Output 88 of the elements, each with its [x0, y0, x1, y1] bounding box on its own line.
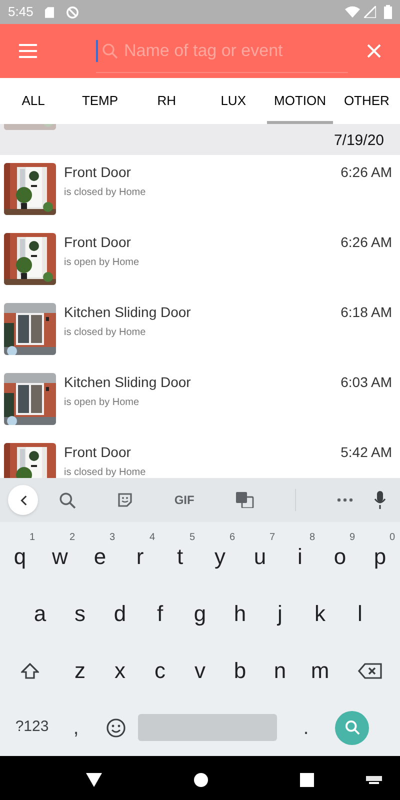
- key[interactable]: j: [260, 585, 300, 642]
- close-icon: [367, 44, 381, 58]
- signal-icon: [364, 6, 376, 18]
- key[interactable]: d: [100, 585, 140, 642]
- event-title: Front Door: [64, 443, 132, 461]
- key[interactable]: h: [220, 585, 260, 642]
- search-icon: [344, 720, 360, 735]
- key[interactable]: p 0: [360, 528, 400, 585]
- event-time: 6:18 AM: [340, 303, 392, 321]
- menu-icon: [19, 44, 37, 58]
- key[interactable]: e 3: [80, 528, 120, 585]
- sticker-icon[interactable]: [116, 492, 133, 508]
- comma-key[interactable]: ,: [56, 712, 96, 742]
- key[interactable]: x: [100, 642, 140, 699]
- key-hint: 9: [349, 531, 355, 545]
- category-tab[interactable]: TEMP: [66, 78, 134, 124]
- key[interactable]: t 5: [160, 528, 200, 585]
- key[interactable]: n: [260, 642, 300, 699]
- key-hint: 4: [149, 531, 155, 545]
- event-row[interactable]: Front Door is open by Home 6:26 AM: [0, 225, 400, 295]
- do-not-disturb-icon: [66, 6, 80, 18]
- symbols-key[interactable]: ?123: [8, 716, 56, 739]
- event-detail: is closed by Home: [64, 326, 147, 340]
- back-icon[interactable]: [86, 772, 102, 786]
- search-icon: [102, 42, 118, 58]
- event-detail: is open by Home: [64, 396, 140, 410]
- key[interactable]: q 1: [0, 528, 40, 585]
- key[interactable]: m: [300, 642, 340, 699]
- category-tab[interactable]: ALL: [0, 78, 67, 124]
- event-time: 5:42 AM: [340, 443, 392, 461]
- emoji-icon[interactable]: [106, 718, 126, 738]
- event-title: Kitchen Sliding Door: [64, 303, 192, 321]
- search-icon[interactable]: [58, 492, 76, 508]
- key[interactable]: s: [60, 585, 100, 642]
- key[interactable]: k: [300, 585, 340, 642]
- shift-icon: [21, 662, 39, 678]
- event-title: Front Door: [64, 233, 132, 251]
- key-hint: 6: [229, 531, 235, 545]
- key[interactable]: i 8: [280, 528, 320, 585]
- key[interactable]: c: [140, 642, 180, 699]
- key-hint: 7: [269, 531, 275, 545]
- key-hint: 1: [29, 531, 35, 545]
- battery-icon: [384, 5, 392, 19]
- event-row[interactable]: Front Door is closed by Home 6:26 AM: [0, 155, 400, 225]
- event-row[interactable]: Kitchen Sliding Door is open by Home 6:03 AM: [0, 365, 400, 435]
- more-icon[interactable]: [337, 498, 354, 502]
- status-time: 5:45: [8, 3, 34, 22]
- key[interactable]: u 7: [240, 528, 280, 585]
- recents-icon[interactable]: [300, 772, 314, 786]
- wifi-icon: [345, 6, 360, 18]
- key[interactable]: a: [20, 585, 60, 642]
- home-icon[interactable]: [194, 772, 208, 786]
- category-tab[interactable]: OTHER: [333, 78, 400, 124]
- key[interactable]: o 9: [320, 528, 360, 585]
- key-hint: 8: [309, 531, 315, 545]
- event-detail: is closed by Home: [64, 186, 147, 200]
- key[interactable]: y 6: [200, 528, 240, 585]
- key-hint: 3: [109, 531, 115, 545]
- date-label: 7/19/20: [334, 131, 384, 152]
- key[interactable]: b: [220, 642, 260, 699]
- microphone-icon[interactable]: [374, 491, 386, 509]
- category-tab[interactable]: RH: [133, 78, 200, 124]
- event-row[interactable]: Kitchen Sliding Door is closed by Home 6:18 AM: [0, 295, 400, 365]
- sd-card-icon: [45, 6, 54, 18]
- event-detail: is closed by Home: [64, 466, 147, 478]
- event-title: Kitchen Sliding Door: [64, 373, 192, 391]
- event-time: 6:03 AM: [340, 373, 392, 391]
- key[interactable]: z: [60, 642, 100, 699]
- key[interactable]: g: [180, 585, 220, 642]
- key[interactable]: l: [340, 585, 380, 642]
- period-key[interactable]: .: [277, 712, 335, 742]
- key-hint: 5: [189, 531, 195, 545]
- event-time: 6:26 AM: [340, 233, 392, 251]
- translate-icon[interactable]: [236, 492, 254, 508]
- key[interactable]: v: [180, 642, 220, 699]
- key[interactable]: r 4: [120, 528, 160, 585]
- keyboard-icon[interactable]: [366, 776, 382, 784]
- key-hint: 2: [69, 531, 75, 545]
- event-title: Front Door: [64, 163, 132, 181]
- category-tab[interactable]: LUX: [200, 78, 267, 124]
- key[interactable]: f: [140, 585, 180, 642]
- event-time: 6:26 AM: [340, 163, 392, 181]
- gif-button[interactable]: GIF: [174, 491, 194, 509]
- backspace-icon: [358, 662, 382, 678]
- chevron-left-icon: [20, 494, 26, 506]
- key-hint: 0: [389, 531, 395, 545]
- event-detail: is open by Home: [64, 256, 140, 270]
- key[interactable]: w 2: [40, 528, 80, 585]
